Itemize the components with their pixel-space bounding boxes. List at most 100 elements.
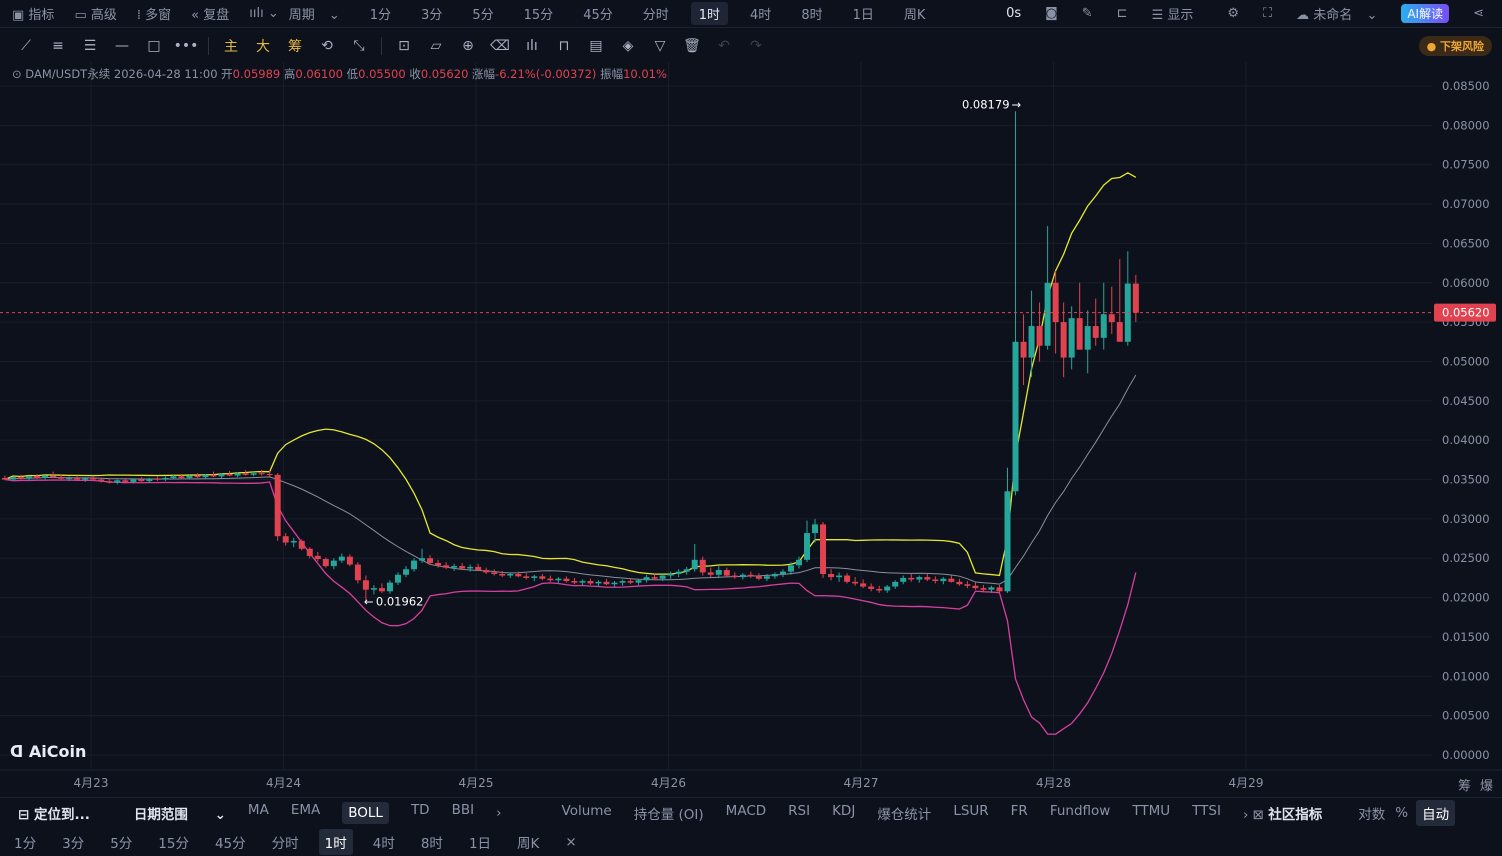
log-scale-button[interactable]: 对数 <box>1358 803 1385 823</box>
timeframe-9[interactable]: 1日 <box>845 2 882 25</box>
bottom-timeframe-5[interactable]: 分时 <box>266 829 305 855</box>
bottom-timeframe-6[interactable]: 1时 <box>318 829 353 855</box>
bottom-timeframe-7[interactable]: 4时 <box>367 829 401 855</box>
sub-indicator-1[interactable]: 持仓量 (OI) <box>634 803 704 823</box>
close-icon[interactable]: × <box>559 831 582 853</box>
candles-icon[interactable]: ılı <box>516 38 548 54</box>
advanced-menu[interactable]: ▭ 高级 <box>74 4 126 23</box>
main-indicator-bbi[interactable]: BBI <box>452 802 475 824</box>
date-range-dropdown[interactable]: 日期范围 ⌄ <box>134 803 226 823</box>
bottom-timeframe-2[interactable]: 5分 <box>104 829 138 855</box>
hide-icon[interactable]: ◈ <box>612 38 644 54</box>
sub-indicator-2[interactable]: MACD <box>726 803 766 823</box>
filter-icon[interactable]: ▽ <box>644 38 676 54</box>
candle-body <box>322 559 329 567</box>
bottom-timeframe-3[interactable]: 15分 <box>152 829 195 855</box>
layout-dropdown[interactable]: ☁ 未命名 ⌄ <box>1296 4 1377 23</box>
more-main-icon[interactable]: › <box>496 805 501 821</box>
ai-interpret-button[interactable]: AI解读 <box>1401 4 1450 23</box>
candle-body <box>531 576 538 578</box>
parallel-tool-icon[interactable]: ≡ <box>42 38 74 54</box>
bottom-timeframe-0[interactable]: 1分 <box>8 829 42 855</box>
main-indicator-boll[interactable]: BOLL <box>342 801 389 824</box>
undo-icon[interactable]: ↶ <box>708 38 740 54</box>
timeframe-8[interactable]: 8时 <box>793 2 830 25</box>
auto-scale-button[interactable]: 自动 <box>1416 799 1456 826</box>
chart-type-dropdown[interactable]: ıılı ⌄ <box>249 6 278 21</box>
candle-body <box>924 577 931 580</box>
sub-indicator-9[interactable]: TTMU <box>1132 803 1170 823</box>
sub-indicator-4[interactable]: KDJ <box>832 803 855 823</box>
timeframe-5[interactable]: 分时 <box>635 2 677 25</box>
candle-body <box>547 578 554 581</box>
ruler-icon[interactable]: ▱ <box>420 38 452 54</box>
sub-indicator-6[interactable]: LSUR <box>953 803 988 823</box>
candle-body <box>980 588 987 590</box>
replay-label: 复盘 <box>203 8 230 23</box>
risk-label: 下架风险 <box>1440 40 1484 53</box>
timeframe-2[interactable]: 5分 <box>464 2 501 25</box>
camera-icon[interactable]: ◙ <box>1045 6 1058 21</box>
timeframe-10[interactable]: 周K <box>896 2 934 25</box>
fib-tool-icon[interactable]: ☰ <box>74 38 106 54</box>
share-icon[interactable]: ⋖ <box>1473 6 1484 21</box>
bottom-timeframe-4[interactable]: 45分 <box>209 829 252 855</box>
hline-tool-icon[interactable]: — <box>106 38 138 54</box>
bottom-timeframe-9[interactable]: 1日 <box>463 829 497 855</box>
candle-body <box>1020 341 1027 358</box>
timeframe-6[interactable]: 1时 <box>690 2 729 25</box>
bookmark-icon[interactable]: ⊡ <box>388 38 420 54</box>
settings-icon[interactable]: ⚙ <box>1227 6 1239 21</box>
price-chart[interactable]: 0.08500 0.08000 0.07500 0.07000 0.06500 0.060… <box>0 62 1502 797</box>
main-indicator-ema[interactable]: EMA <box>291 802 320 824</box>
big-order-button[interactable]: 大 <box>247 36 279 56</box>
chip-button[interactable]: 筹 <box>279 36 311 56</box>
sub-indicator-3[interactable]: RSI <box>788 803 810 823</box>
multi-window-menu[interactable]: ⁞ 多窗 <box>137 4 181 23</box>
magnet-icon[interactable]: ⤡ <box>343 38 375 54</box>
zoom-icon[interactable]: ⊕ <box>452 38 484 54</box>
rect-tool-icon[interactable]: □ <box>138 38 170 54</box>
max-price-label: 0.08179 <box>962 97 1010 111</box>
collapse-icon[interactable]: ⊙ <box>12 67 22 81</box>
display-menu[interactable]: ☰ 显示 <box>1152 4 1204 23</box>
candle-body <box>1052 282 1059 323</box>
delisting-risk-badge[interactable]: ● 下架风险 <box>1418 36 1492 56</box>
sub-indicator-8[interactable]: Fundflow <box>1050 803 1111 823</box>
sub-indicator-5[interactable]: 爆仓统计 <box>877 803 931 823</box>
sub-indicator-7[interactable]: FR <box>1011 803 1028 823</box>
eraser-icon[interactable]: ⌫ <box>484 38 516 54</box>
trash-icon[interactable]: 🗑 <box>676 38 708 54</box>
divider <box>381 36 382 55</box>
candle-body <box>2 477 8 480</box>
pen-icon[interactable]: ✎ <box>1082 6 1093 21</box>
line-tool-icon[interactable]: ⟋ <box>10 38 42 54</box>
sub-indicator-10[interactable]: TTSI <box>1192 803 1221 823</box>
main-indicator-ma[interactable]: MA <box>248 802 269 824</box>
note-icon[interactable]: ▤ <box>580 38 612 54</box>
timeframe-7[interactable]: 4时 <box>742 2 779 25</box>
bottom-timeframe-10[interactable]: 周K <box>511 829 545 855</box>
bottom-timeframe-1[interactable]: 3分 <box>56 829 90 855</box>
timeframe-4[interactable]: 45分 <box>575 2 621 25</box>
indicator-menu[interactable]: ▣ 指标 <box>12 4 64 23</box>
template-icon[interactable]: ⊏ <box>1117 6 1128 21</box>
main-indicator-td[interactable]: TD <box>411 802 430 824</box>
sub-indicator-0[interactable]: Volume <box>562 803 612 823</box>
lock-icon[interactable]: ⊓ <box>548 38 580 54</box>
sync-icon[interactable]: ⟲ <box>311 38 343 54</box>
percent-scale-button[interactable]: % <box>1395 805 1408 821</box>
community-indicators[interactable]: › ⊠ 社区指标 <box>1243 803 1344 823</box>
timeframe-3[interactable]: 15分 <box>516 2 562 25</box>
bottom-timeframe-8[interactable]: 8时 <box>415 829 449 855</box>
period-dropdown[interactable]: 周期 ⌄ <box>289 4 340 23</box>
replay-menu[interactable]: « 复盘 <box>191 4 239 23</box>
timeframe-1[interactable]: 3分 <box>413 2 450 25</box>
more-tools-icon[interactable]: ••• <box>170 38 202 54</box>
redo-icon[interactable]: ↷ <box>740 38 772 54</box>
locate-button[interactable]: ⊟ 定位到... <box>18 803 112 823</box>
main-force-button[interactable]: 主 <box>215 36 247 56</box>
candle-body <box>419 558 426 561</box>
fullscreen-icon[interactable]: ⛶ <box>1263 6 1272 21</box>
timeframe-0[interactable]: 1分 <box>362 2 399 25</box>
